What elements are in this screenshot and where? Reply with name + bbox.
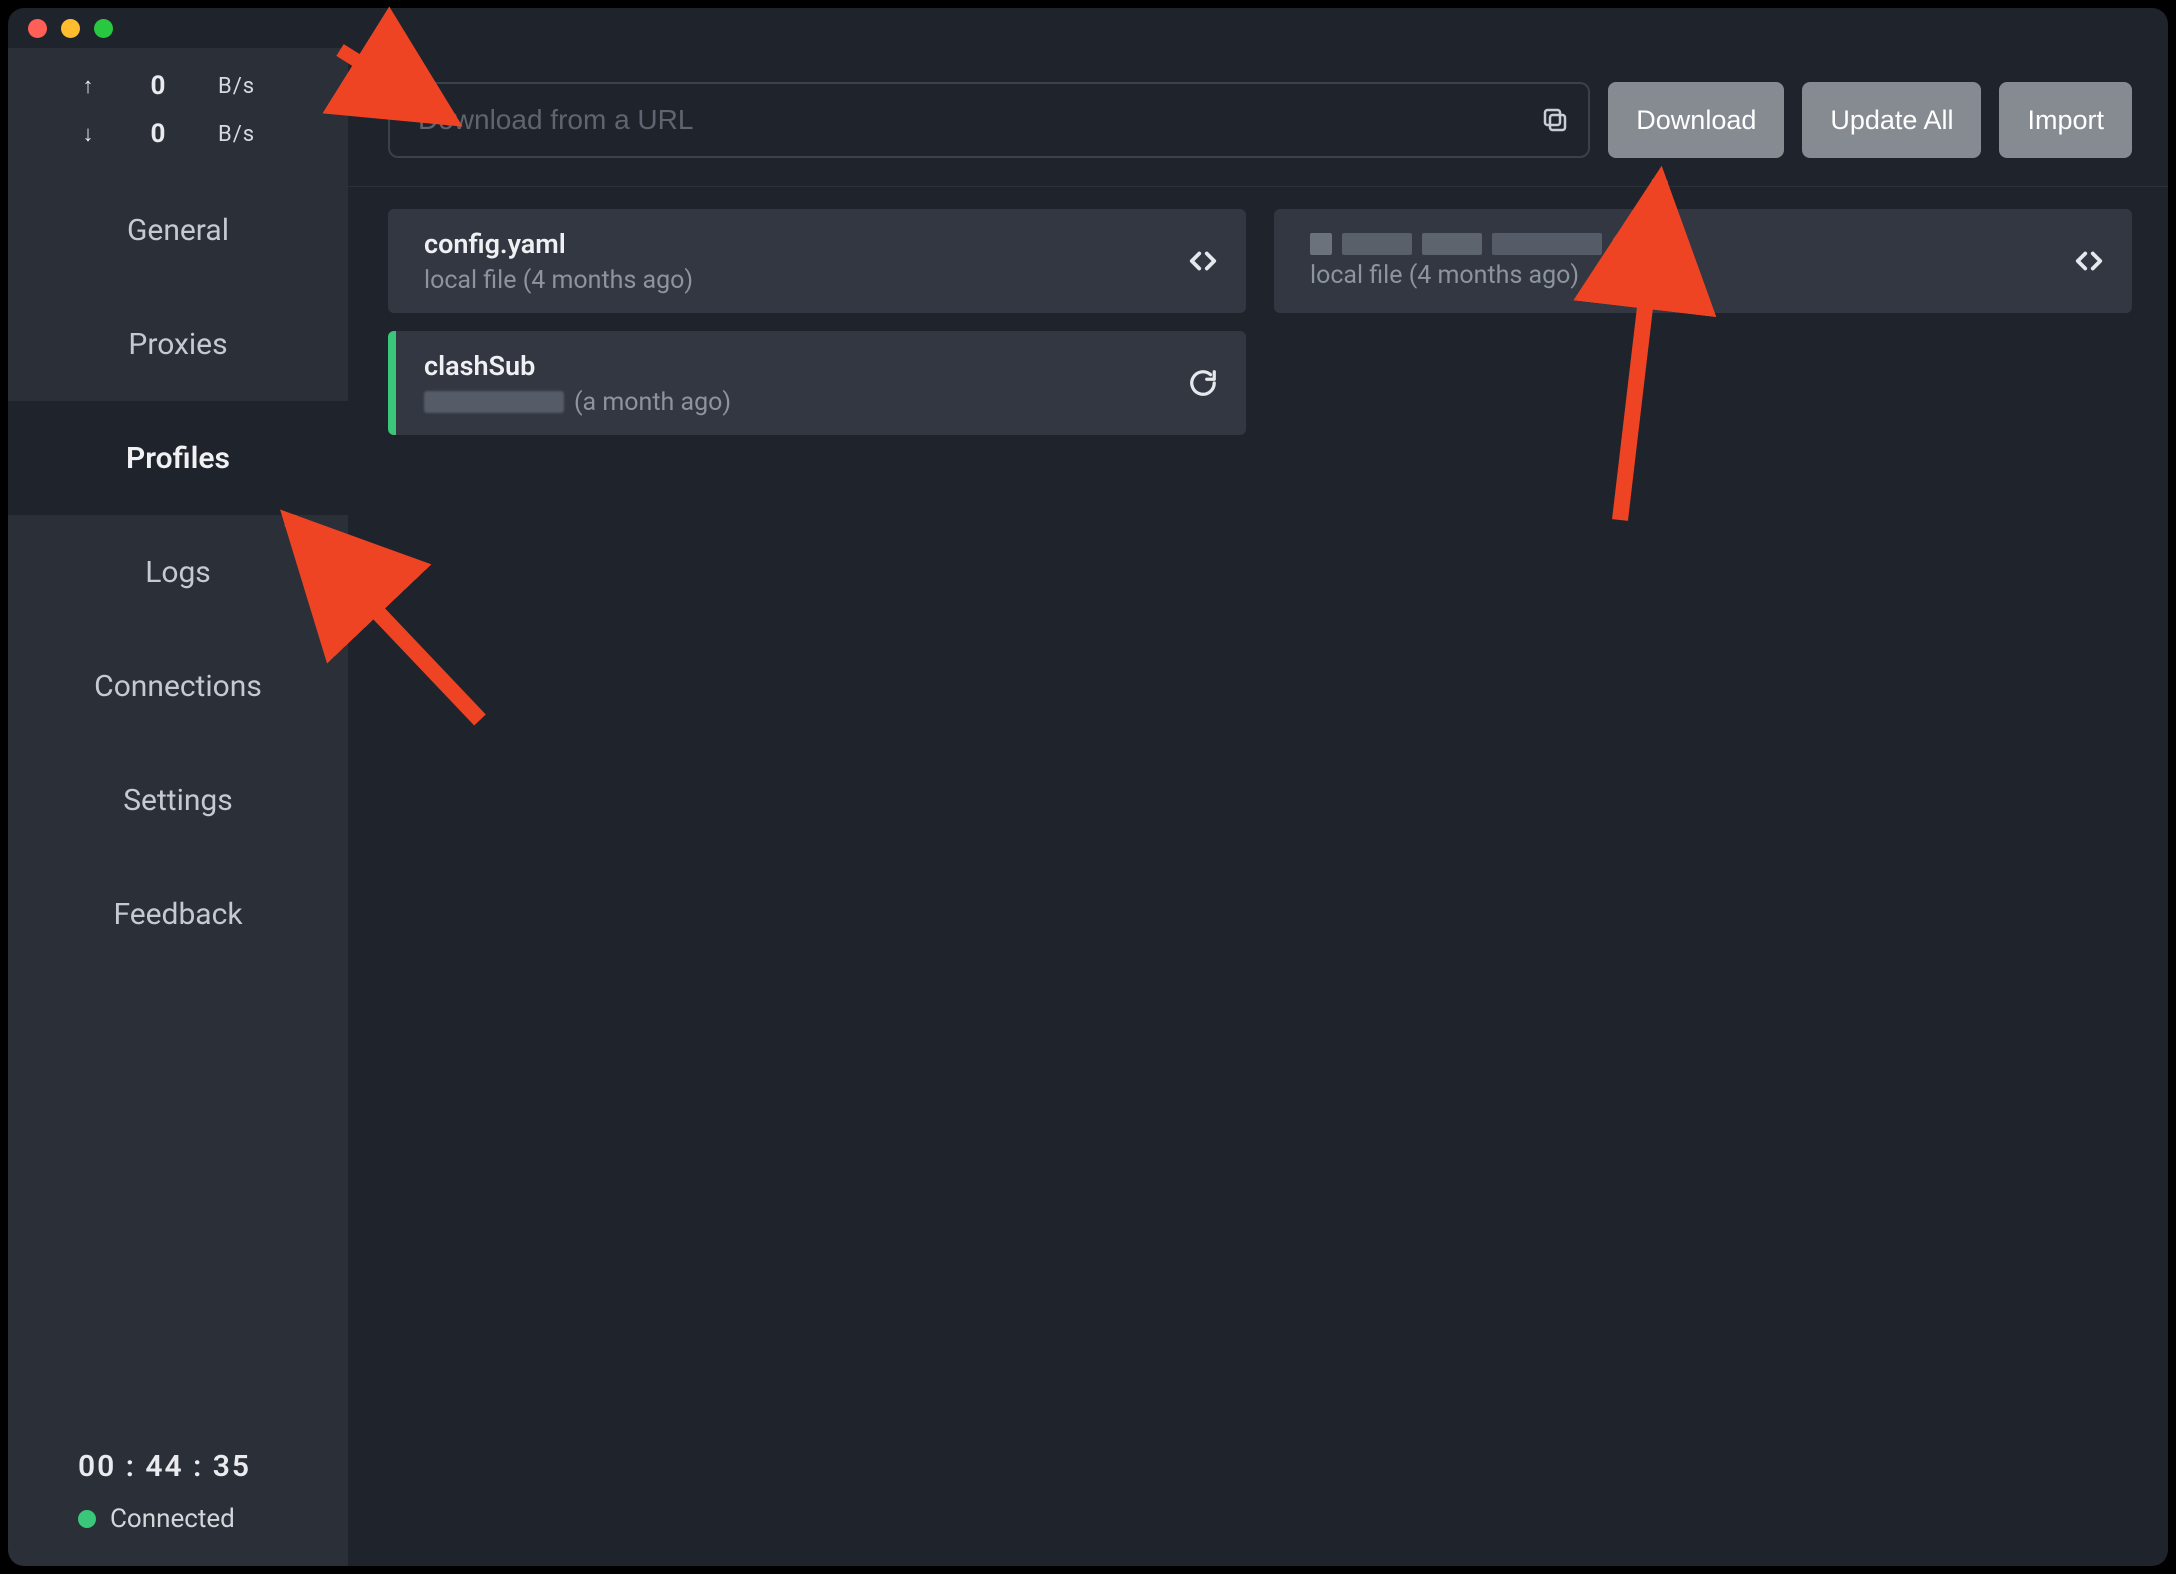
profile-card-time: (a month ago)	[574, 388, 731, 417]
connection-status-label: Connected	[110, 1504, 235, 1534]
upload-speed-value: 0	[138, 71, 178, 101]
download-button[interactable]: Download	[1608, 82, 1784, 158]
active-indicator	[388, 331, 396, 435]
profile-card-subtitle: local file (4 months ago)	[1310, 261, 1636, 290]
profiles-toolbar: Download Update All Import	[348, 48, 2168, 187]
profile-card-active[interactable]: clashSub (a month ago)	[388, 331, 1246, 435]
window-zoom-button[interactable]	[94, 19, 113, 38]
download-speed-value: 0	[138, 119, 178, 149]
code-icon[interactable]	[2074, 246, 2104, 276]
profile-card-title-redacted	[1310, 233, 1636, 255]
connection-timer: 00 : 44 : 35	[78, 1449, 316, 1484]
download-speed-unit: B/s	[218, 122, 278, 147]
connection-status: Connected	[78, 1504, 316, 1534]
sidebar-item-feedback[interactable]: Feedback	[8, 857, 348, 971]
code-icon[interactable]	[1188, 246, 1218, 276]
upload-speed-row: ↑ 0 B/s	[8, 62, 348, 110]
profile-card-subtitle: (a month ago)	[424, 388, 731, 417]
main-panel: Download Update All Import config.yaml l…	[348, 48, 2168, 1566]
titlebar	[8, 8, 2168, 48]
profile-card[interactable]: local file (4 months ago)	[1274, 209, 2132, 313]
sidebar-item-logs[interactable]: Logs	[8, 515, 348, 629]
clipboard-icon[interactable]	[1540, 105, 1570, 135]
import-button[interactable]: Import	[1999, 82, 2132, 158]
sidebar: ↑ 0 B/s ↓ 0 B/s General Proxies Profiles…	[8, 48, 348, 1566]
arrow-down-icon: ↓	[78, 121, 98, 147]
arrow-up-icon: ↑	[78, 73, 98, 99]
sidebar-item-settings[interactable]: Settings	[8, 743, 348, 857]
upload-speed-unit: B/s	[218, 74, 278, 99]
profile-card-title: config.yaml	[424, 228, 693, 260]
window-close-button[interactable]	[28, 19, 47, 38]
download-speed-row: ↓ 0 B/s	[8, 110, 348, 158]
window-minimize-button[interactable]	[61, 19, 80, 38]
profile-card[interactable]: config.yaml local file (4 months ago)	[388, 209, 1246, 313]
sidebar-item-proxies[interactable]: Proxies	[8, 287, 348, 401]
sidebar-item-general[interactable]: General	[8, 173, 348, 287]
profile-card-subtitle: local file (4 months ago)	[424, 266, 693, 295]
refresh-icon[interactable]	[1188, 368, 1218, 398]
update-all-button[interactable]: Update All	[1802, 82, 1981, 158]
sidebar-footer: 00 : 44 : 35 Connected	[8, 1425, 348, 1566]
url-input[interactable]	[418, 104, 1540, 136]
sidebar-item-connections[interactable]: Connections	[8, 629, 348, 743]
app-window: ↑ 0 B/s ↓ 0 B/s General Proxies Profiles…	[8, 8, 2168, 1566]
profile-card-source-redacted	[424, 391, 564, 413]
url-input-wrap[interactable]	[388, 82, 1590, 158]
speed-indicator: ↑ 0 B/s ↓ 0 B/s	[8, 48, 348, 173]
profile-card-title: clashSub	[424, 350, 731, 382]
profile-card-grid: config.yaml local file (4 months ago)	[348, 187, 2168, 435]
status-dot-icon	[78, 1510, 96, 1528]
sidebar-item-profiles[interactable]: Profiles	[8, 401, 348, 515]
sidebar-nav: General Proxies Profiles Logs Connection…	[8, 173, 348, 971]
